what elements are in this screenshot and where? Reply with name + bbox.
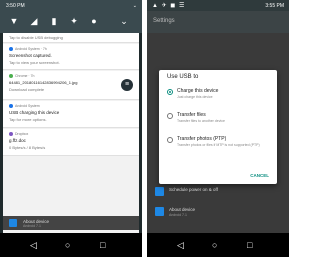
back-icon[interactable]: ◁ (30, 240, 37, 251)
wifi-icon[interactable]: ▼ (8, 15, 20, 27)
notification-text: 0 Bytes/s / 8 Bytes/s (9, 145, 46, 150)
notification-text: Download complete (9, 87, 45, 92)
chevron-down-icon[interactable]: ⌄ (118, 15, 130, 27)
settings-title: Settings (153, 18, 175, 24)
row-title: About device (169, 207, 196, 212)
option-label: Transfer files (177, 112, 206, 118)
navigation-bar: ◁ ○ □ (0, 233, 142, 257)
notification-usb-debugging[interactable]: Tap to disable USB debugging (3, 33, 139, 43)
notification-title: Screenshot captured. (9, 53, 52, 58)
notification-title: g.ffz.doc (9, 138, 26, 143)
signal-icon[interactable]: ◢ (28, 15, 40, 27)
notification-list: Tap to disable USB debugging Android Sys… (3, 33, 139, 233)
notification-title: 64481_20180116142836994206_1.jpg (9, 80, 78, 85)
open-file-icon[interactable]: ≡ (121, 79, 133, 91)
flashlight-icon[interactable]: ✦ (68, 15, 80, 27)
status-bar: 3:50 PM ⌄ (0, 0, 142, 11)
dialog-title: Use USB to (167, 74, 199, 80)
right-phone-screen: ▲ ✈ ◼ ☰ 3:55 PM Settings Schedule power … (147, 0, 289, 257)
navigation-bar: ◁ ○ □ (147, 233, 289, 257)
status-time: 3:55 PM (265, 3, 284, 9)
recents-icon[interactable]: □ (247, 240, 252, 250)
notification-text: Tap for more options. (9, 117, 47, 122)
notification-app: Chrome · 7h (9, 74, 34, 78)
recents-icon[interactable]: □ (100, 240, 105, 250)
dropbox-icon (9, 132, 13, 136)
row-subtitle: Android 7.1 (169, 213, 187, 217)
quick-settings-icons: ▼ ◢ ▮ ✦ ● ⌄ (0, 15, 142, 27)
row-title: Schedule power on & off (169, 187, 218, 192)
battery-icon[interactable]: ▮ (48, 15, 60, 27)
usb-options-dialog: Use USB to Charge this device Just charg… (159, 70, 277, 184)
notification-app: Android System (9, 104, 40, 108)
schedule-icon (155, 187, 164, 196)
notification-title: USB charging this device (9, 110, 60, 115)
status-bar: ▲ ✈ ◼ ☰ 3:55 PM (147, 0, 289, 11)
radio-selected-icon[interactable] (167, 89, 173, 95)
back-icon[interactable]: ◁ (177, 240, 184, 251)
option-description: Transfer photos or files if MTP is not s… (177, 143, 260, 147)
option-description: Just charge this device (177, 95, 213, 99)
radio-unselected-icon[interactable] (167, 113, 173, 119)
notification-app: Dropbox (9, 132, 28, 136)
notification-text: Tap to view your screenshot. (9, 60, 60, 65)
notification-screenshot[interactable]: Android System · 7h Screenshot captured.… (3, 44, 139, 70)
option-charge[interactable]: Charge this device Just charge this devi… (167, 88, 273, 104)
home-icon[interactable]: ○ (65, 240, 70, 250)
option-description: Transfer files to another device (177, 119, 225, 123)
option-label: Transfer photos (PTP) (177, 136, 227, 142)
about-device-icon (155, 207, 164, 216)
notification-download[interactable]: Chrome · 7h 64481_20180116142836994206_1… (3, 71, 139, 100)
status-notification-icons: ▲ ✈ ◼ ☰ (152, 3, 186, 9)
notification-text: Tap to disable USB debugging (9, 35, 63, 40)
left-phone-screen: 3:50 PM ⌄ ▼ ◢ ▮ ✦ ● ⌄ Tap to disable USB… (0, 0, 142, 257)
about-device-icon (9, 219, 17, 227)
home-icon[interactable]: ○ (212, 240, 217, 250)
settings-toolbar: Settings (147, 11, 289, 33)
background-settings-row: About device Android 7.1 (3, 216, 139, 230)
option-label: Charge this device (177, 88, 219, 94)
android-icon (9, 104, 13, 108)
android-icon (9, 47, 13, 51)
settings-row-about[interactable]: About device Android 7.1 (147, 203, 289, 221)
status-time: 3:50 PM (6, 3, 25, 9)
quick-settings-header: 3:50 PM ⌄ ▼ ◢ ▮ ✦ ● ⌄ (0, 0, 142, 33)
chrome-icon (9, 74, 13, 78)
option-transfer-files[interactable]: Transfer files Transfer files to another… (167, 112, 273, 128)
location-icon[interactable]: ● (88, 15, 100, 27)
cancel-button[interactable]: CANCEL (250, 173, 269, 178)
notification-usb-charging[interactable]: Android System USB charging this device … (3, 101, 139, 128)
notification-dropbox[interactable]: Dropbox g.ffz.doc 0 Bytes/s / 8 Bytes/s (3, 129, 139, 156)
settings-row-schedule[interactable]: Schedule power on & off (147, 183, 289, 201)
expand-icon[interactable]: ⌄ (133, 3, 137, 9)
row-subtitle: Android 7.1 (23, 224, 41, 228)
option-transfer-photos[interactable]: Transfer photos (PTP) Transfer photos or… (167, 136, 273, 156)
notification-app: Android System · 7h (9, 47, 47, 51)
radio-unselected-icon[interactable] (167, 137, 173, 143)
